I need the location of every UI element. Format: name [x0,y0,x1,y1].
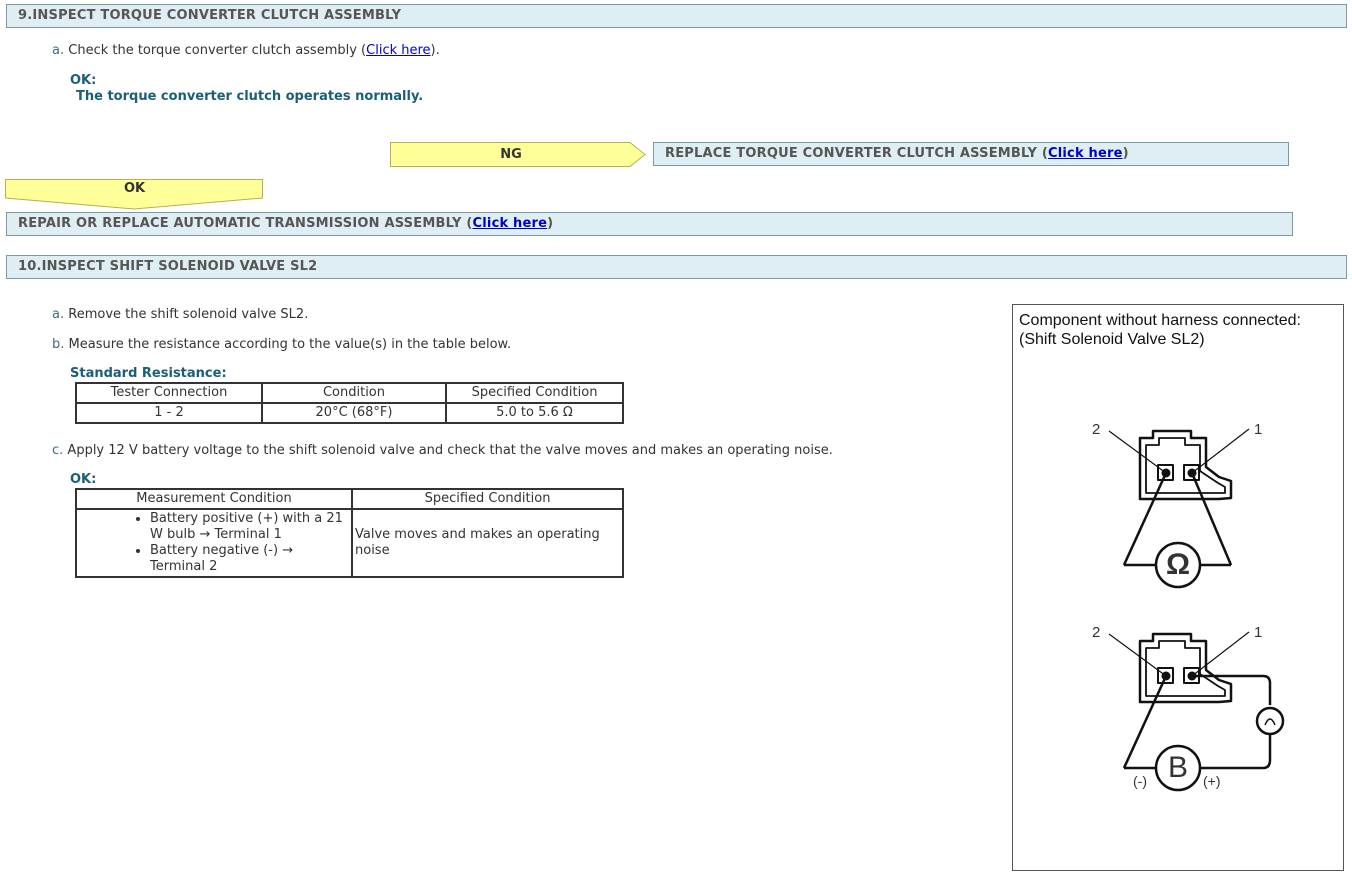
step-letter: c. [52,443,64,458]
section-9-step-a: a. Check the torque converter clutch ass… [52,43,440,58]
section-9-ok-label: OK: [70,73,97,88]
replace-transmission-link[interactable]: Click here [473,216,548,231]
step-letter: a. [52,43,65,58]
table-header: Measurement Condition [75,488,353,510]
terminal-1-label: 1 [1254,421,1263,438]
battery-plus-label: (+) [1203,773,1221,789]
list-item: Battery negative (-) → Terminal 2 [150,543,351,575]
table-header: Tester Connection [75,382,263,404]
step-text: Remove the shift solenoid valve SL2. [68,307,309,322]
table-cell: 5.0 to 5.6 Ω [445,402,624,424]
ok-action-bar: REPAIR OR REPLACE AUTOMATIC TRANSMISSION… [6,212,1293,236]
table-header: Condition [261,382,447,404]
ok-action-text: REPAIR OR REPLACE AUTOMATIC TRANSMISSION… [18,216,473,231]
table-row: 1 - 2 20°C (68°F) 5.0 to 5.6 Ω [75,402,624,424]
step-letter: b. [52,337,65,352]
step-text: Apply 12 V battery voltage to the shift … [67,443,833,458]
torque-converter-check-link[interactable]: Click here [366,43,430,58]
ohm-icon: Ω [1165,548,1191,581]
table-cell: 20°C (68°F) [261,402,447,424]
table-header: Specified Condition [445,382,624,404]
ng-action-text: REPLACE TORQUE CONVERTER CLUTCH ASSEMBLY… [665,146,1048,161]
resistance-table: Tester Connection Condition Specified Co… [75,382,624,424]
condition-list: Battery positive (+) with a 21 W bulb → … [77,511,351,575]
battery-minus-label: (-) [1133,773,1147,789]
terminal-2-label: 2 [1092,624,1101,641]
table-header: Specified Condition [351,488,624,510]
section-9-ok-text: The torque converter clutch operates nor… [76,89,424,104]
section-10-ok-label: OK: [70,472,97,487]
section-10-step-b: b. Measure the resistance according to t… [52,337,511,352]
battery-icon: B [1167,751,1188,784]
step-letter: a. [52,307,65,322]
ng-arrow-label: NG [500,147,522,162]
ok-arrow-label: OK [123,181,146,196]
ng-arrow: NG [390,142,646,167]
table-cell: 1 - 2 [75,402,263,424]
table-header-row: Measurement Condition Specified Conditio… [75,488,624,510]
terminal-1-label: 1 [1254,624,1263,641]
list-item: Battery positive (+) with a 21 W bulb → … [150,511,351,543]
solenoid-figure: Component without harness connected: (Sh… [1012,304,1344,871]
section-9-title: 9.INSPECT TORQUE CONVERTER CLUTCH ASSEMB… [6,4,1347,28]
section-10-step-a: a. Remove the shift solenoid valve SL2. [52,307,308,322]
ng-action-tail: ) [1122,146,1129,161]
ok-action-tail: ) [547,216,554,231]
terminal-2-label: 2 [1092,421,1101,438]
table-cell: Battery positive (+) with a 21 W bulb → … [75,508,353,578]
step-text-tail: ). [430,43,440,58]
step-text: Check the torque converter clutch assemb… [68,43,367,58]
ok-arrow: OK [5,179,264,210]
solenoid-diagram [1108,428,1285,792]
standard-resistance-label: Standard Resistance: [70,366,227,381]
replace-torque-converter-link[interactable]: Click here [1048,146,1123,161]
table-cell: Valve moves and makes an operating noise [351,508,624,578]
section-10-title: 10.INSPECT SHIFT SOLENOID VALVE SL2 [6,255,1347,279]
table-row: Battery positive (+) with a 21 W bulb → … [75,508,624,578]
table-header-row: Tester Connection Condition Specified Co… [75,382,624,404]
section-10-step-c: c. Apply 12 V battery voltage to the shi… [52,443,833,458]
operation-table: Measurement Condition Specified Conditio… [75,488,624,578]
step-text: Measure the resistance according to the … [68,337,512,352]
ng-action-bar: REPLACE TORQUE CONVERTER CLUTCH ASSEMBLY… [653,142,1289,166]
